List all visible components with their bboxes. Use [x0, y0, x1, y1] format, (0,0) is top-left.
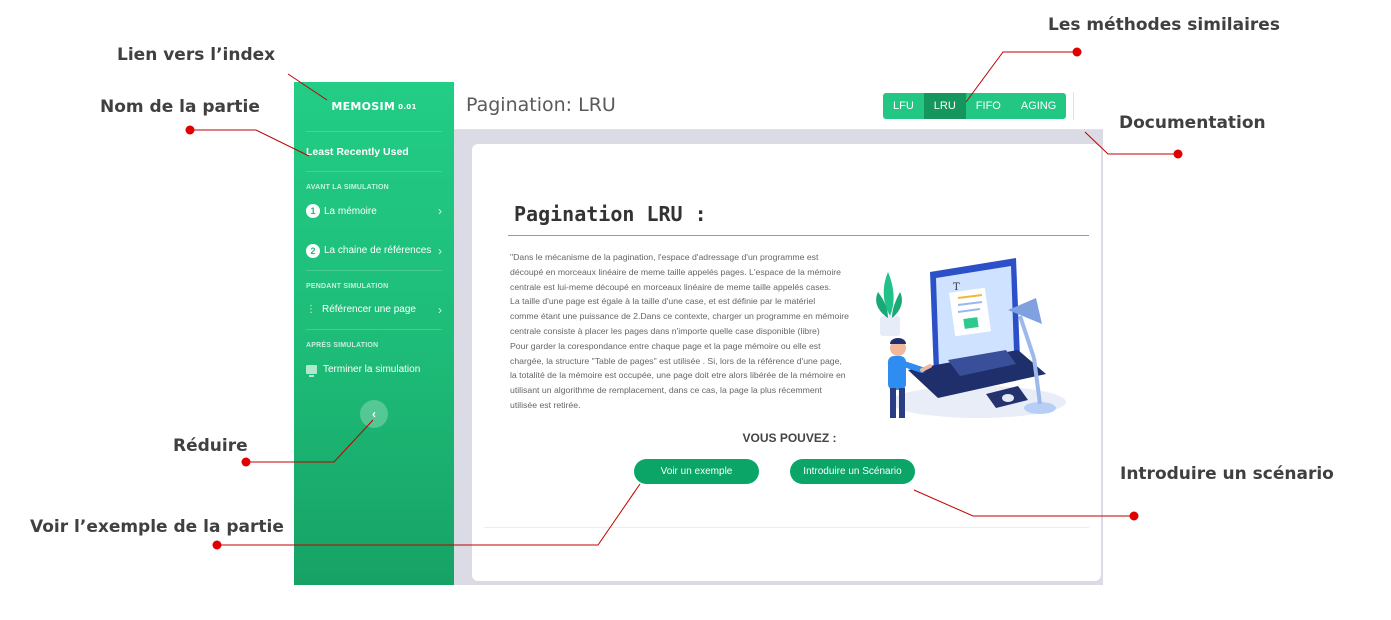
description-line: La taille d'une page est égale à la tail…	[510, 296, 816, 307]
developer-laptop-illustration: T	[876, 258, 1066, 418]
leader-line-part-name	[190, 129, 310, 157]
description-line: découpé en morceaux linéaire de meme tai…	[510, 266, 842, 277]
description-line: la totalité de la mémoire est occupée, u…	[510, 370, 846, 381]
vous-pouvez-heading: VOUS POUVEZ :	[742, 431, 837, 445]
marker-dot	[212, 540, 222, 550]
description-line: Pour garder la corespondance entre chaqu…	[510, 340, 821, 351]
vertical-dots-icon: ⋮	[306, 304, 316, 315]
marker-dot	[1173, 149, 1183, 159]
annotation-documentation: Documentation	[1119, 113, 1266, 133]
sidebar-item-reference-chain[interactable]: 2 La chaine de références ›	[306, 231, 442, 271]
annotation-link-index: Lien vers l’index	[117, 45, 276, 65]
description-line: centrale est lui-meme découpé en morceau…	[510, 281, 832, 292]
content-title: Pagination LRU :	[514, 202, 707, 226]
annotation-reduce: Réduire	[173, 436, 248, 456]
page-title: Pagination: LRU	[466, 94, 616, 116]
marker-dot	[1129, 511, 1139, 521]
description-line: utilisant un algorithme de remplacement,…	[510, 385, 822, 396]
method-button-lfu[interactable]: LFU	[883, 93, 924, 119]
topbar-divider	[1073, 92, 1074, 120]
description-line: centrale consiste à placer les pages dan…	[510, 325, 820, 336]
marker-dot	[185, 125, 195, 135]
introduce-scenario-button[interactable]: Introduire un Scénario	[790, 459, 915, 484]
marker-dot	[241, 457, 251, 467]
method-button-fifo[interactable]: FIFO	[965, 93, 1011, 119]
content-card: Pagination LRU : "Dans le mécanisme de l…	[472, 144, 1101, 581]
title-divider	[508, 235, 1089, 236]
chevron-right-icon: ›	[438, 243, 442, 258]
sidebar-item-memory[interactable]: 1 La mémoire ›	[306, 191, 442, 231]
step-number-2: 2	[306, 243, 320, 258]
app-window: MEMOSIM 0.01 Least Recently Used AVANT LA…	[294, 82, 1103, 585]
svg-text:T: T	[953, 282, 960, 293]
description-line: utilisée est retirée.	[510, 399, 581, 410]
step-number-1: 1	[306, 204, 320, 218]
sidebar-item-label: Référencer une page	[322, 304, 416, 315]
section-title-after: APRÈS SIMULATION	[306, 342, 379, 349]
description-text: "Dans le mécanisme de la pagination, l'e…	[510, 250, 880, 413]
similar-methods-group: LFU LRU FIFO AGING	[883, 93, 1067, 119]
brand-link[interactable]: MEMOSIM 0.01	[306, 82, 442, 132]
brand-name: MEMOSIM	[331, 100, 396, 113]
chevron-right-icon: ›	[438, 302, 442, 317]
method-button-aging[interactable]: AGING	[1010, 93, 1067, 119]
description-line: comme étant une puissance de 2.Dans ce c…	[510, 311, 849, 322]
sidebar-item-label: Terminer la simulation	[323, 363, 421, 375]
card-divider	[484, 527, 1089, 528]
marker-dot	[1072, 47, 1082, 57]
annotation-similar-methods: Les méthodes similaires	[1048, 15, 1280, 35]
see-example-button[interactable]: Voir un exemple	[634, 459, 759, 484]
sidebar-item-reference-page[interactable]: ⋮ Référencer une page ›	[306, 290, 442, 330]
sidebar: MEMOSIM 0.01 Least Recently Used AVANT LA…	[294, 82, 454, 585]
sidebar-item-label: La mémoire	[324, 205, 377, 217]
annotation-introduce-scenario: Introduire un scénario	[1120, 464, 1334, 484]
annotation-part-name: Nom de la partie	[100, 97, 260, 117]
sidebar-item-label: La chaine de références	[324, 245, 432, 256]
method-button-lru[interactable]: LRU	[923, 93, 966, 119]
chevron-left-icon: ‹	[372, 407, 376, 421]
sidebar-collapse-button[interactable]: ‹	[360, 400, 388, 428]
sidebar-item-end-simulation[interactable]: Terminer la simulation	[306, 349, 442, 389]
section-title-before: AVANT LA SIMULATION	[306, 184, 389, 191]
description-line: "Dans le mécanisme de la pagination, l'e…	[510, 252, 819, 262]
section-title-during: PENDANT SIMULATION	[306, 283, 389, 290]
brand-version: 0.01	[398, 102, 417, 111]
description-line: chargée, la structure "Table de pages" e…	[510, 355, 842, 366]
part-name: Least Recently Used	[306, 132, 442, 172]
topbar: Pagination: LRU LFU LRU FIFO AGING	[454, 82, 1103, 130]
chevron-right-icon: ›	[438, 204, 442, 218]
monitor-icon	[306, 364, 317, 377]
annotation-see-example: Voir l’exemple de la partie	[30, 517, 284, 537]
